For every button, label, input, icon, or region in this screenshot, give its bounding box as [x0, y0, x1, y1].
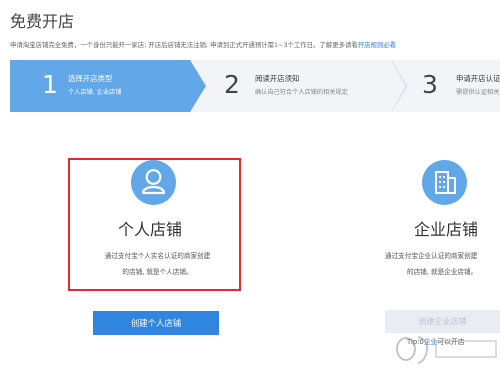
step-1: 1 选择开店类型 个人店铺, 企业店铺 — [10, 60, 206, 112]
step-2-title: 阅读开店须知 — [255, 74, 300, 83]
step-1-desc: 个人店铺, 企业店铺 — [68, 89, 122, 96]
personal-desc-line-2: 的店铺, 就是个人店铺。 — [122, 268, 193, 276]
building-icon — [422, 160, 467, 205]
step-1-title: 选择开店类型 — [68, 74, 113, 83]
step-2-desc: 确认自己符合个人店铺的相关规定 — [255, 89, 348, 96]
page-title: 免费开店 — [10, 12, 75, 31]
step-3-desc: 需提供认证相关资料 — [456, 89, 500, 96]
enterprise-desc-line-1: 通过支付宝企业认证的商家创建 — [385, 252, 478, 260]
user-icon — [131, 160, 176, 205]
notice-body: 申请淘宝店铺完全免费，一个身份只能开一家店; 开店后店铺无法注销; 申请到正式开… — [10, 41, 358, 49]
step-1-arrow — [190, 60, 206, 112]
personal-store-heading: 个人店铺 — [118, 220, 183, 239]
notice-text: 申请淘宝店铺完全免费，一个身份只能开一家店; 开店后店铺无法注销; 申请到正式开… — [10, 40, 396, 49]
personal-desc-line-1: 通过支付宝个人实名认证的商家创建 — [104, 252, 211, 260]
create-personal-store-button[interactable]: 创建个人店铺 — [93, 311, 219, 335]
step-3-title: 申请开店认证 — [456, 74, 500, 83]
step-separator-inner — [391, 60, 405, 112]
step-3-number: 3 — [422, 70, 438, 99]
enterprise-desc-line-2: 的店铺, 就是企业店铺。 — [407, 268, 478, 276]
steps-bar: 1 选择开店类型 个人店铺, 企业店铺 2 阅读开店须知 确认自己符合个人店铺的… — [10, 60, 500, 112]
personal-store-desc: 通过支付宝个人实名认证的商家创建 的店铺, 就是个人店铺。 — [80, 248, 235, 280]
rules-link[interactable]: 开店规则必看 — [358, 41, 396, 49]
enterprise-store-desc: 通过支付宝企业认证的商家创建 的店铺, 就是企业店铺。 — [385, 248, 500, 280]
watermark-logo — [396, 336, 497, 364]
step-1-number: 1 — [42, 70, 58, 99]
enterprise-store-heading: 企业店铺 — [414, 220, 479, 239]
step-2-number: 2 — [224, 70, 240, 99]
